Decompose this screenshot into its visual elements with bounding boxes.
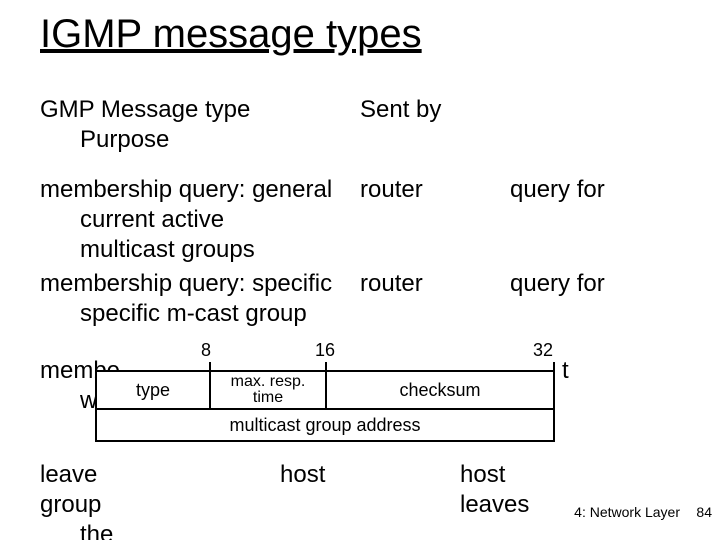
fragment-t: t [562,357,569,385]
row2-col1-line1: membership query: specific [40,269,360,299]
bit-label-16: 16 [315,340,335,361]
cell-type: type [95,370,211,410]
page-number: 84 [696,504,712,520]
row1-col1-line2: current active [80,205,360,235]
row2-col1-line2: specific m-cast group [80,299,360,329]
header-col2: Sent by [360,95,500,125]
row1-col2: router [360,175,500,205]
bit-ticks [95,362,555,370]
igmp-packet-diagram: 8 16 32 type max. resp. time checksum mu… [95,340,555,440]
row1-col1: membership query: general current active… [40,175,360,265]
table-row: membership query: specific specific m-ca… [40,269,680,333]
row1-col3: query for [510,175,710,205]
leave-col2: host [280,460,325,490]
bit-labels: 8 16 32 [95,340,555,362]
cell-mga: multicast group address [95,408,555,442]
tick-icon [553,362,555,370]
table-header-row: GMP Message type Purpose Sent by [40,95,680,159]
slide-title: IGMP message types [40,12,422,57]
cell-checksum: checksum [325,370,555,410]
bit-label-32: 32 [533,340,553,361]
header-col1-line2: Purpose [80,125,360,155]
row2-col1: membership query: specific specific m-ca… [40,269,360,329]
header-col1: GMP Message type Purpose [40,95,360,155]
cell-maxresp-text: max. resp. time [231,374,306,406]
table-row: membership query: general current active… [40,175,680,269]
tick-icon [95,362,97,370]
row2-col2: router [360,269,500,299]
leave-col1-line1: leave group [40,460,141,520]
leave-col1: leave group the group [40,460,141,540]
slide: IGMP message types GMP Message type Purp… [0,0,720,540]
slide-body: GMP Message type Purpose Sent by members… [40,95,680,333]
cell-maxresp: max. resp. time [209,370,327,410]
leave-col3: host leaves [460,460,529,520]
row1-col1-line1: membership query: general [40,175,360,205]
footer-chapter: 4: Network Layer [574,504,680,520]
header-col1-line1: GMP Message type [40,95,360,125]
row2-col3: query for [510,269,710,299]
tick-icon [325,362,327,370]
leave-col1-line2: the group [80,520,141,540]
row1-col1-line3: multicast groups [80,235,360,265]
bit-label-8: 8 [201,340,211,361]
tick-icon [209,362,211,370]
